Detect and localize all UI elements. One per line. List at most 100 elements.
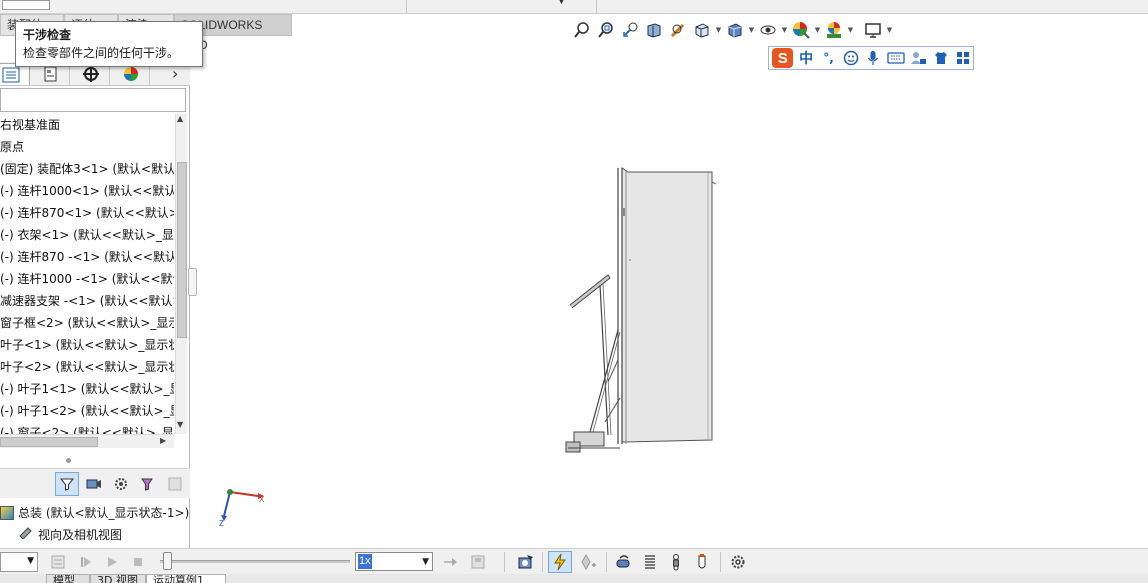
spring-icon[interactable] xyxy=(638,551,662,573)
autokey-icon[interactable] xyxy=(548,551,572,573)
play-from-start-icon[interactable] xyxy=(74,551,98,573)
hide-show-items-icon[interactable] xyxy=(756,19,780,41)
tree-item[interactable]: (-) 连杆870 -<1> (默认<<默认> xyxy=(0,246,174,268)
grid-icon[interactable] xyxy=(954,48,973,68)
tree-item[interactable]: (-) 衣架<1> (默认<<默认>_显示 xyxy=(0,224,174,246)
view-settings-dropdown-icon[interactable]: ▼ xyxy=(885,19,894,41)
feature-manager-panel: › 右视基准面 原点 (固定) 装配体3<1> (默认<默认_ (-) 连杆10… xyxy=(0,36,197,548)
edit-appearance-icon[interactable] xyxy=(789,19,813,41)
zoom-to-area-icon[interactable] xyxy=(594,19,618,41)
pane-divider-dot[interactable] xyxy=(66,458,71,463)
scroll-right-arrow-icon[interactable]: ▶ xyxy=(160,436,166,445)
tree-horizontal-scrollbar[interactable]: ▶ xyxy=(0,434,174,448)
display-style-icon[interactable] xyxy=(723,19,747,41)
timeline-slider-thumb[interactable] xyxy=(163,552,172,570)
tree-item[interactable]: (-) 连杆870<1> (默认<<默认>_ xyxy=(0,202,174,224)
vertical-scroll-thumb[interactable] xyxy=(177,162,187,338)
tree-vertical-scrollbar[interactable]: ▲ ▼ xyxy=(175,114,187,434)
ime-mode-toggle[interactable]: 中 xyxy=(796,48,815,68)
save-animation-icon[interactable] xyxy=(466,551,490,573)
scroll-down-arrow-icon[interactable]: ▼ xyxy=(177,420,183,429)
gear-filter-icon[interactable] xyxy=(109,472,133,496)
animate-camera-icon[interactable] xyxy=(82,472,106,496)
disabled-icon xyxy=(163,472,187,496)
microphone-icon[interactable] xyxy=(864,48,883,68)
triad-x-label: X xyxy=(259,495,265,504)
appearance-dropdown-icon[interactable]: ▼ xyxy=(813,19,822,41)
tree-item[interactable]: (-) 连杆1000<1> (默认<<默认> xyxy=(0,180,174,202)
tree-item[interactable]: 减速器支架 -<1> (默认<<默认> xyxy=(0,290,174,312)
ime-punct-toggle[interactable]: °, xyxy=(819,48,838,68)
user-icon[interactable] xyxy=(909,48,928,68)
zoom-to-fit-icon[interactable] xyxy=(570,19,594,41)
keyboard-icon[interactable] xyxy=(886,48,905,68)
arrow-right-icon[interactable] xyxy=(438,551,462,573)
heads-up-view-toolbar: ▼ ▼ ▼ ▼ ▼ ▼ xyxy=(570,18,894,42)
stop-icon[interactable] xyxy=(126,551,150,573)
tree-item[interactable]: (-) 叶子1<1> (默认<<默认>_显 xyxy=(0,378,174,400)
display-style-dropdown-icon[interactable]: ▼ xyxy=(747,19,756,41)
tree-item[interactable]: 叶子<2> (默认<<默认>_显示状 xyxy=(0,356,174,378)
calculate-icon[interactable] xyxy=(46,551,70,573)
assembly-icon xyxy=(0,506,14,520)
contact-icon[interactable] xyxy=(690,551,714,573)
play-icon[interactable] xyxy=(100,551,124,573)
settings-icon[interactable] xyxy=(726,551,750,573)
panel-splitter-grip[interactable] xyxy=(188,268,197,296)
tooltip-title: 干涉检查 xyxy=(23,28,72,42)
timeline-slider-track[interactable] xyxy=(160,560,350,563)
camera-view-icon xyxy=(18,524,34,546)
hide-show-dropdown-icon[interactable]: ▼ xyxy=(780,19,789,41)
tree-item[interactable]: 窗子框<2> (默认<<默认>_显示 xyxy=(0,312,174,334)
tab-motion-study-1[interactable]: 运动算例1 xyxy=(146,574,226,583)
horizontal-scroll-thumb[interactable] xyxy=(0,437,98,447)
motion-tree-root-label: 总装 (默认<默认_显示状态-1>) xyxy=(18,506,190,520)
tooltip: 干涉检查 检查零部件之间的任何干涉。 xyxy=(15,21,203,67)
view-orientation-dropdown-icon[interactable]: ▼ xyxy=(714,19,723,41)
playback-speed-dropdown-icon[interactable]: ▼ xyxy=(422,557,429,567)
solidworks-window: { "command_tabs": [ {"label": "\u88c5\u9… xyxy=(0,0,1148,583)
top-strip: ▼ xyxy=(0,0,1148,14)
tree-filter-input[interactable] xyxy=(0,88,186,112)
motion-tree-camera-label: 视向及相机视图 xyxy=(38,528,123,542)
tree-item[interactable]: (-) 叶子1<2> (默认<<默认>_显 xyxy=(0,400,174,422)
top-input[interactable] xyxy=(2,0,50,10)
assembly-model-view[interactable] xyxy=(560,160,720,460)
tab-model[interactable]: 模型 xyxy=(46,574,90,583)
motion-tree-root[interactable]: 总装 (默认<默认_显示状态-1>) xyxy=(0,502,189,524)
tree-item[interactable]: (固定) 装配体3<1> (默认<默认_ xyxy=(0,158,174,180)
animation-wizard-icon[interactable] xyxy=(514,551,538,573)
tree-item[interactable]: 原点 xyxy=(0,136,174,158)
scroll-up-arrow-icon[interactable]: ▲ xyxy=(177,114,183,123)
section-view-icon[interactable] xyxy=(642,19,666,41)
playback-speed-select[interactable]: 1x ▼ xyxy=(355,552,433,571)
study-type-select[interactable]: ▼ xyxy=(0,552,38,572)
add-key-icon[interactable] xyxy=(576,551,600,573)
ime-logo-icon[interactable]: S xyxy=(772,48,794,68)
triad-z-label: Z xyxy=(219,519,224,528)
coordinate-triad: X Z xyxy=(219,489,265,528)
document-tabs: 模型 3D 视图 运动算例1 xyxy=(0,574,1148,583)
apply-scene-icon[interactable] xyxy=(822,19,846,41)
tab-3d-view[interactable]: 3D 视图 xyxy=(90,574,146,583)
filter-icon[interactable] xyxy=(55,472,79,496)
view-orientation-icon[interactable] xyxy=(690,19,714,41)
dropdown-arrow-icon[interactable]: ▼ xyxy=(558,0,565,6)
motion-tree-camera[interactable]: 视向及相机视图 xyxy=(18,524,122,546)
view-settings-icon[interactable] xyxy=(861,19,885,41)
previous-view-icon[interactable] xyxy=(618,19,642,41)
scene-dropdown-icon[interactable]: ▼ xyxy=(846,19,855,41)
ime-toolbar: S 中 °, xyxy=(768,46,974,70)
tree-item[interactable]: 叶子<1> (默认<<默认>_显示状 xyxy=(0,334,174,356)
tree-item[interactable]: 右视基准面 xyxy=(0,114,174,136)
damper-icon[interactable] xyxy=(664,551,688,573)
funnel-arrow-icon[interactable] xyxy=(136,472,160,496)
motor-icon[interactable] xyxy=(612,551,636,573)
emoji-icon[interactable] xyxy=(841,48,860,68)
tree-item[interactable]: (-) 连杆1000 -<1> (默认<<默认 xyxy=(0,268,174,290)
tree-item[interactable]: (-) 窗子<2> (默认<<默认>_显示 xyxy=(0,422,174,434)
dynamic-annotation-icon[interactable] xyxy=(666,19,690,41)
study-type-dropdown-icon[interactable]: ▼ xyxy=(27,556,34,566)
skin-icon[interactable] xyxy=(931,48,950,68)
feature-tree: 右视基准面 原点 (固定) 装配体3<1> (默认<默认_ (-) 连杆1000… xyxy=(0,114,174,434)
